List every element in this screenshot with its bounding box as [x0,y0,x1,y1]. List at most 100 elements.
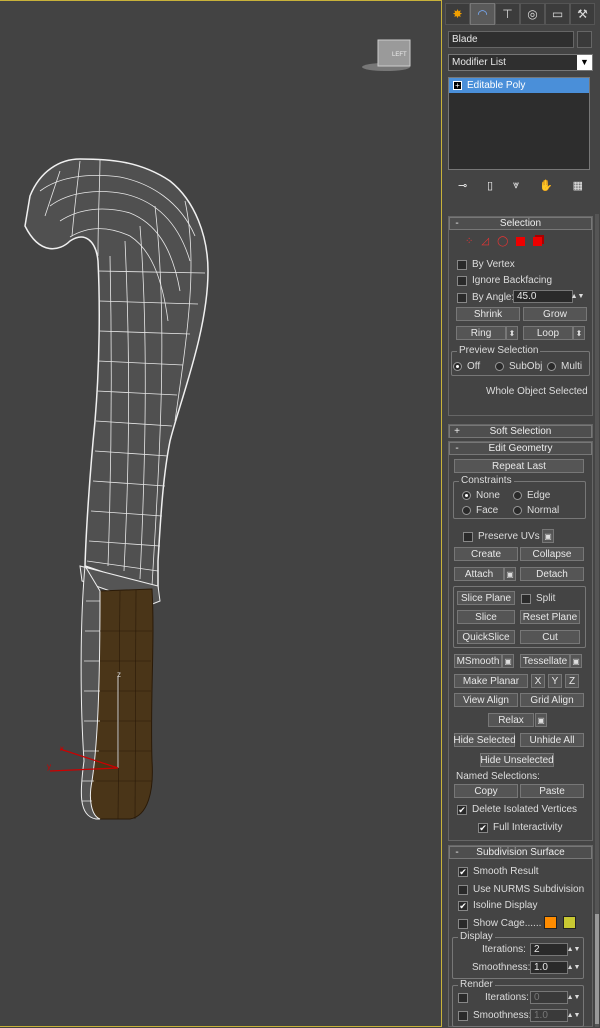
planar-z-button[interactable]: Z [565,674,579,688]
by-angle-spinner[interactable]: ▲▼ [571,290,585,303]
preview-off-radio[interactable]: Off [453,361,480,372]
preview-subobj-radio[interactable]: SubObj [495,361,542,372]
grow-button[interactable]: Grow [523,307,587,321]
loop-spinner[interactable]: ⬍ [573,326,585,340]
cut-button[interactable]: Cut [520,630,580,644]
isoline-display-checkbox[interactable]: ✔ Isoline Display [458,900,537,911]
stack-item-editable-poly[interactable]: + Editable Poly [449,78,589,93]
create-tab[interactable]: ✸ [445,3,470,25]
make-unique-icon[interactable]: ⩔ [513,179,519,192]
msmooth-settings-icon[interactable]: ▣ [502,654,514,668]
soft-selection-rollout-header[interactable]: + Soft Selection [449,425,592,438]
use-nurms-checkbox[interactable]: Use NURMS Subdivision [458,884,584,895]
ring-button[interactable]: Ring [456,326,506,340]
expand-icon[interactable]: + [453,81,462,90]
object-color-swatch[interactable] [577,31,592,48]
preview-multi-radio[interactable]: Multi [547,361,582,372]
display-smoothness-spinner[interactable]: ▲▼ [567,961,581,974]
full-interactivity-checkbox[interactable]: ✔ Full Interactivity [478,822,562,833]
edit-geometry-rollout-header[interactable]: - Edit Geometry [449,442,592,455]
quickslice-button[interactable]: QuickSlice [457,630,515,644]
ring-spinner[interactable]: ⬍ [506,326,518,340]
tessellate-settings-icon[interactable]: ▣ [570,654,582,668]
modify-tab[interactable]: ◠ [470,3,495,25]
edge-icon[interactable]: ◿ [481,236,489,247]
display-smoothness-input[interactable]: 1.0 [530,961,568,974]
constraint-face-radio[interactable]: Face [462,505,498,516]
selection-rollout-header[interactable]: - Selection [449,217,592,230]
scrollbar-thumb[interactable] [595,914,599,1024]
pin-stack-icon[interactable]: ⊸ [458,179,467,192]
configure-modifier-sets-icon[interactable]: ▦ [573,179,583,192]
grid-align-button[interactable]: Grid Align [520,693,584,707]
vertex-icon[interactable]: ⁘ [465,236,473,247]
attach-button[interactable]: Attach [454,567,504,581]
show-cage-checkbox[interactable]: Show Cage...... [458,918,541,929]
copy-button[interactable]: Copy [454,784,518,798]
render-iterations-input[interactable]: 0 [530,991,568,1004]
tessellate-button[interactable]: Tessellate [520,654,570,668]
remove-modifier-icon[interactable]: ✋ [539,179,553,192]
render-iterations-checkbox[interactable]: Iterations: [458,992,529,1003]
constraint-none-radio[interactable]: None [462,490,500,501]
planar-y-button[interactable]: Y [548,674,562,688]
element-icon[interactable] [533,237,543,246]
shrink-button[interactable]: Shrink [456,307,520,321]
preserve-uvs-checkbox[interactable]: Preserve UVs [463,531,540,542]
svg-text:LEFT: LEFT [392,52,407,58]
slice-button[interactable]: Slice [457,610,515,624]
utilities-tab[interactable]: ⚒ [570,3,595,25]
attach-settings-icon[interactable]: ▣ [504,567,516,581]
planar-x-button[interactable]: X [531,674,545,688]
command-panel-scrollbar[interactable] [595,214,599,1027]
cage-color-2-swatch[interactable] [563,916,576,929]
paste-button[interactable]: Paste [520,784,584,798]
display-iterations-spinner[interactable]: ▲▼ [567,943,581,956]
ignore-backfacing-checkbox[interactable]: Ignore Backfacing [457,275,552,286]
unhide-all-button[interactable]: Unhide All [520,733,584,747]
preserve-uvs-settings-icon[interactable]: ▣ [542,529,554,543]
reset-plane-button[interactable]: Reset Plane [520,610,580,624]
viewcube[interactable]: LEFT [362,39,411,71]
by-angle-checkbox[interactable]: By Angle: [457,292,514,303]
by-angle-input[interactable]: 45.0 [513,290,573,303]
delete-isolated-vertices-checkbox[interactable]: ✔ Delete Isolated Vertices [457,804,577,815]
create-button[interactable]: Create [454,547,518,561]
collapse-button[interactable]: Collapse [520,547,584,561]
modifier-stack[interactable]: + Editable Poly [448,77,590,170]
subdivision-surface-rollout-header[interactable]: - Subdivision Surface [449,846,592,859]
object-name-field[interactable]: Blade [448,31,574,48]
render-smoothness-spinner[interactable]: ▲▼ [567,1009,581,1022]
cage-color-1-swatch[interactable] [544,916,557,929]
render-smoothness-input[interactable]: 1.0 [530,1009,568,1022]
split-checkbox[interactable]: Split [521,593,555,604]
smooth-result-checkbox[interactable]: ✔ Smooth Result [458,866,539,877]
hide-selected-button[interactable]: Hide Selected [453,733,516,747]
view-align-button[interactable]: View Align [454,693,518,707]
display-tab[interactable]: ▭ [545,3,570,25]
slice-plane-button[interactable]: Slice Plane [457,591,515,605]
border-icon[interactable]: ◯ [497,236,508,247]
display-iterations-input[interactable]: 2 [530,943,568,956]
render-smoothness-checkbox[interactable]: Smoothness: [458,1010,531,1021]
polygon-icon[interactable] [516,237,526,246]
loop-button[interactable]: Loop [523,326,573,340]
render-iterations-spinner[interactable]: ▲▼ [567,991,581,1004]
hierarchy-tab[interactable]: ⊤ [495,3,520,25]
svg-text:z: z [117,670,121,679]
relax-settings-icon[interactable]: ▣ [535,713,547,727]
msmooth-button[interactable]: MSmooth [454,654,502,668]
by-vertex-checkbox[interactable]: By Vertex [457,259,515,270]
viewport-left[interactable]: LEFT z x y [0,0,442,1027]
show-end-result-icon[interactable]: ▯ [487,179,493,192]
detach-button[interactable]: Detach [520,567,584,581]
stack-item-label: Editable Poly [467,80,526,91]
relax-button[interactable]: Relax [488,713,534,727]
hide-unselected-button[interactable]: Hide Unselected [480,753,554,767]
constraint-normal-radio[interactable]: Normal [513,505,559,516]
repeat-last-button[interactable]: Repeat Last [454,459,584,473]
modifier-list-dropdown[interactable]: Modifier List ▼ [448,54,593,71]
constraint-edge-radio[interactable]: Edge [513,490,550,501]
make-planar-button[interactable]: Make Planar [454,674,528,688]
motion-tab[interactable]: ◎ [520,3,545,25]
